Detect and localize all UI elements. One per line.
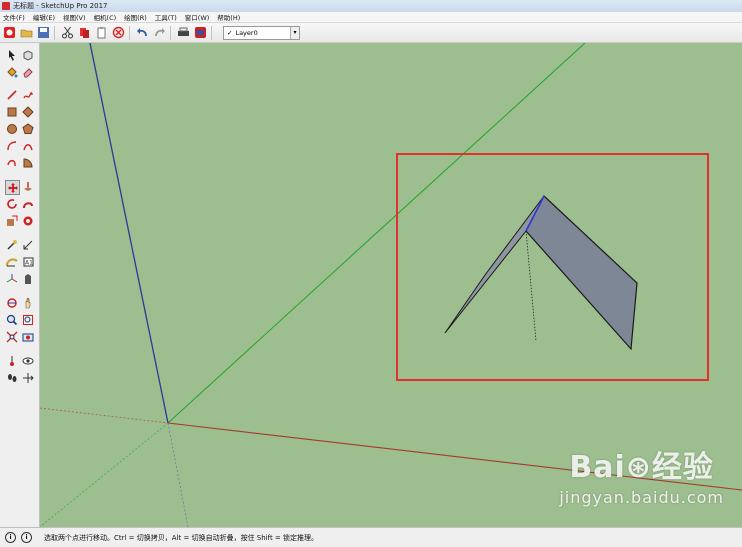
axes-tool-icon[interactable] xyxy=(5,272,18,285)
folder-open-icon xyxy=(20,29,33,38)
status-bar: i i 选取两个点进行移动。Ctrl = 切换拷贝，Alt = 切换自动折叠，按… xyxy=(0,527,742,547)
layer-dropdown[interactable]: ✓ Layer0 ▾ xyxy=(223,25,300,40)
dropdown-arrow-icon[interactable]: ▾ xyxy=(290,26,299,39)
paint-bucket-icon[interactable] xyxy=(5,65,18,78)
offset-tool-icon[interactable] xyxy=(21,214,34,227)
watermark-url: jingyan.baidu.com xyxy=(559,488,724,507)
layer-name: Layer0 xyxy=(235,28,258,37)
zoom-window-icon[interactable] xyxy=(21,313,34,326)
save-button[interactable] xyxy=(36,25,51,40)
line-tool-icon[interactable] xyxy=(5,88,18,101)
toolbar-separator xyxy=(54,25,55,40)
highlight-box xyxy=(396,153,709,381)
two-point-arc-icon[interactable] xyxy=(21,139,34,152)
previous-view-icon[interactable] xyxy=(21,330,34,343)
dimension-tool-icon[interactable] xyxy=(21,238,34,251)
tape-measure-icon[interactable] xyxy=(5,238,18,251)
large-tool-set: A1 xyxy=(0,43,40,527)
main-toolbar: ✓ Layer0 ▾ xyxy=(0,23,742,43)
new-file-button[interactable] xyxy=(2,25,17,40)
position-camera-icon[interactable] xyxy=(5,354,18,367)
baidu-jingyan-watermark: Bai⊛经验 jingyan.baidu.com xyxy=(559,442,724,507)
status-message: 选取两个点进行移动。Ctrl = 切换拷贝，Alt = 切换自动折叠，按住 Sh… xyxy=(44,533,319,542)
freehand-icon[interactable] xyxy=(21,88,34,101)
circle-tool-icon[interactable] xyxy=(5,122,18,135)
3d-text-icon[interactable] xyxy=(21,272,34,285)
menu-file[interactable]: 文件(F) xyxy=(0,12,30,22)
model-info-icon xyxy=(195,27,206,38)
blue-axis-negative xyxy=(167,422,189,527)
erase-button[interactable] xyxy=(111,25,126,40)
walk-tool-icon[interactable] xyxy=(5,371,18,384)
menu-draw[interactable]: 绘图(R) xyxy=(121,12,152,22)
scissors-icon xyxy=(62,26,73,39)
model-info-button[interactable] xyxy=(193,25,208,40)
menu-window[interactable]: 窗口(W) xyxy=(182,12,215,22)
protractor-icon[interactable] xyxy=(5,255,18,268)
watermark-logo: Bai⊛经验 xyxy=(569,450,714,485)
toolbar-separator xyxy=(170,25,171,40)
delete-icon xyxy=(112,26,125,39)
printer-icon xyxy=(178,27,189,36)
pan-tool-icon[interactable] xyxy=(21,296,34,309)
undo-button[interactable] xyxy=(135,25,150,40)
menu-view[interactable]: 视图(V) xyxy=(60,12,91,22)
blue-axis xyxy=(89,43,169,424)
info-icon[interactable]: i xyxy=(21,532,32,543)
follow-me-icon[interactable] xyxy=(21,197,34,210)
rotate-tool-icon[interactable] xyxy=(5,197,18,210)
copy-icon xyxy=(80,28,89,38)
3d-viewport[interactable]: Bai⊛经验 jingyan.baidu.com xyxy=(40,43,742,527)
geolocation-icon[interactable]: i xyxy=(5,532,16,543)
inference-dotted-line xyxy=(525,230,537,342)
undo-icon xyxy=(137,28,147,37)
menu-bar: 文件(F) 编辑(E) 视图(V) 相机(C) 绘图(R) 工具(T) 窗口(W… xyxy=(0,12,742,23)
open-button[interactable] xyxy=(19,25,34,40)
look-around-icon[interactable] xyxy=(21,354,34,367)
scale-tool-icon[interactable] xyxy=(5,214,18,227)
redo-icon xyxy=(155,28,165,37)
rectangle-tool-icon[interactable] xyxy=(5,105,18,118)
move-tool-icon[interactable] xyxy=(5,180,20,195)
menu-camera[interactable]: 相机(C) xyxy=(91,12,122,22)
toolbar-separator xyxy=(129,25,130,40)
sketchup-app-icon xyxy=(2,2,10,10)
pie-tool-icon[interactable] xyxy=(21,156,34,169)
rotated-rectangle-icon[interactable] xyxy=(21,105,34,118)
text-tool-icon[interactable]: A1 xyxy=(21,255,34,268)
menu-edit[interactable]: 编辑(E) xyxy=(30,12,60,22)
eraser-icon[interactable] xyxy=(21,65,34,78)
active-layer-check: ✓ xyxy=(227,28,233,37)
green-axis-negative xyxy=(40,422,169,527)
copy-button[interactable] xyxy=(77,25,92,40)
print-button[interactable] xyxy=(176,25,191,40)
save-icon xyxy=(38,27,49,38)
zoom-extents-icon[interactable] xyxy=(5,330,18,343)
polygon-tool-icon[interactable] xyxy=(21,122,34,135)
sketchup-new-icon xyxy=(4,27,15,38)
three-point-arc-icon[interactable] xyxy=(5,156,18,169)
menu-tools[interactable]: 工具(T) xyxy=(152,12,182,22)
make-component-icon[interactable] xyxy=(21,48,34,61)
redo-button[interactable] xyxy=(152,25,167,40)
section-plane-icon[interactable] xyxy=(21,371,34,384)
arc-tool-icon[interactable] xyxy=(5,139,18,152)
cut-button[interactable] xyxy=(60,25,75,40)
svg-text:A1: A1 xyxy=(25,259,33,266)
right-roof-face xyxy=(525,195,638,351)
paste-button[interactable] xyxy=(94,25,109,40)
orbit-tool-icon[interactable] xyxy=(5,296,18,309)
paste-icon xyxy=(97,27,106,39)
window-title: 无标题 - SketchUp Pro 2017 xyxy=(13,2,108,10)
select-tool-icon[interactable] xyxy=(5,48,18,61)
toolbar-separator xyxy=(211,25,212,40)
menu-help[interactable]: 帮助(H) xyxy=(214,12,245,22)
push-pull-icon[interactable] xyxy=(21,180,34,193)
zoom-tool-icon[interactable] xyxy=(5,313,18,326)
red-axis-negative xyxy=(40,407,169,424)
